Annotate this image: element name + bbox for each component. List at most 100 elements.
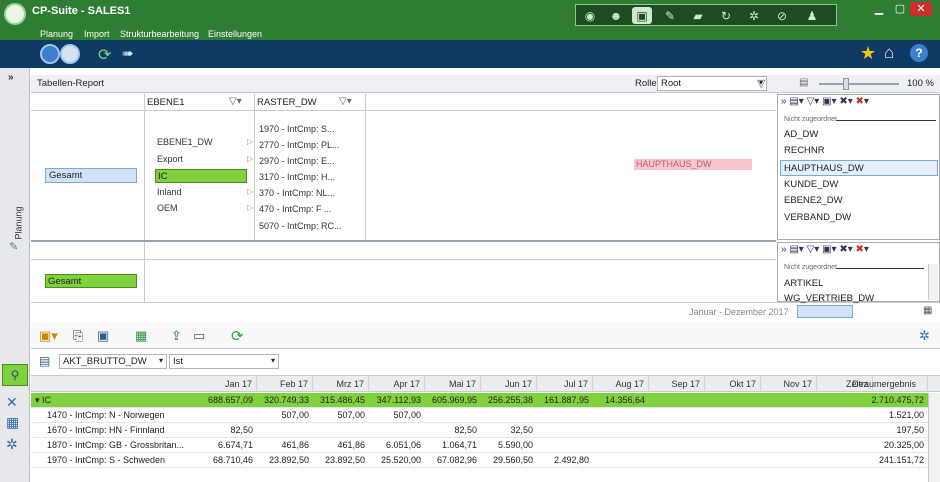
panel-item[interactable]: ARTIKEL [784, 278, 823, 289]
panel-item[interactable]: AD_DW [784, 129, 818, 140]
value-cell[interactable]: 605.969,95 [425, 393, 481, 408]
value-cell[interactable] [257, 423, 313, 438]
value-cell[interactable]: 82,50 [201, 423, 257, 438]
hierarchy-icon[interactable]: ▤ [39, 354, 50, 368]
zoom-slider-thumb[interactable] [843, 78, 849, 90]
expand-arrow-icon[interactable]: ▷ [247, 154, 253, 163]
value-cell[interactable]: 14.356,64 [593, 393, 649, 408]
col-header-raster[interactable]: RASTER_DW [257, 97, 317, 108]
value-cell[interactable] [593, 438, 649, 453]
value-cell[interactable] [537, 408, 593, 423]
expand-arrow-icon[interactable]: ▷ [247, 187, 253, 196]
nav-structure-icon[interactable]: ▦ [6, 414, 19, 431]
save-icon[interactable]: ▣ [97, 328, 109, 344]
lower-root-node[interactable]: Gesamt [45, 274, 137, 288]
settings-icon[interactable]: ✲ [919, 328, 930, 344]
value-cell[interactable] [705, 408, 761, 423]
value-cell[interactable]: 23.892,50 [257, 453, 313, 468]
settings-icon[interactable]: ✲ [744, 7, 764, 24]
layout-icon[interactable]: ▤ [799, 77, 808, 88]
panel-item[interactable]: EBENE2_DW [784, 195, 843, 206]
filter-icon[interactable]: ▽ [757, 77, 765, 90]
copy-icon[interactable]: ⎘ [73, 328, 83, 344]
value-cell[interactable] [593, 423, 649, 438]
month-header[interactable]: Jun 17 [481, 376, 537, 392]
month-header[interactable]: Feb 17 [257, 376, 313, 392]
users-icon[interactable]: ♟ [802, 7, 822, 24]
value-cell[interactable]: 2.492,80 [537, 453, 593, 468]
panel-item[interactable]: WG_VERTRIEB_DW [784, 293, 874, 304]
refresh-icon[interactable]: ↻ [716, 7, 736, 24]
value-cell[interactable]: 32,50 [481, 423, 537, 438]
close-icon[interactable]: ✕ [910, 2, 932, 16]
value-cell[interactable]: 161.887,95 [537, 393, 593, 408]
value-cell[interactable]: 1.064,71 [425, 438, 481, 453]
value-cell[interactable] [761, 423, 817, 438]
refresh-icon[interactable]: ⟳ [231, 327, 244, 345]
planung-nav-icon[interactable]: ✎ [9, 240, 18, 253]
menu-import[interactable]: Import [84, 28, 110, 40]
new-icon[interactable]: ▣▾ [39, 328, 58, 344]
print-icon[interactable]: ▭ [193, 328, 205, 344]
value-cell[interactable]: 461,86 [313, 438, 369, 453]
value-cell[interactable] [705, 423, 761, 438]
month-header[interactable]: Okt 17 [705, 376, 761, 392]
nav-settings-icon[interactable]: ✲ [6, 436, 18, 453]
value-cell[interactable] [313, 423, 369, 438]
people-icon[interactable]: ☻ [606, 7, 626, 24]
month-header[interactable]: Mrz 17 [313, 376, 369, 392]
value-cell[interactable] [369, 423, 425, 438]
maximize-icon[interactable]: ▢ [889, 2, 911, 16]
value-cell[interactable]: 23.892,50 [313, 453, 369, 468]
panel-item[interactable]: VERBAND_DW [784, 212, 851, 223]
rolle-select[interactable]: Root ▾ [657, 76, 767, 91]
help-icon[interactable]: ? [910, 44, 928, 62]
app-logo-icon[interactable] [4, 3, 26, 25]
collapse-icon[interactable]: » [8, 72, 14, 83]
value-cell[interactable]: 320.749,33 [257, 393, 313, 408]
raster-node[interactable]: 2770 - IntCmp: PL... [259, 140, 340, 150]
filter-icon[interactable]: ▽▾ [229, 96, 242, 107]
nav-search-icon[interactable]: ⚲ [2, 364, 28, 386]
value-cell[interactable]: 25.520,00 [369, 453, 425, 468]
value-cell[interactable]: 507,00 [313, 408, 369, 423]
expand-arrow-icon[interactable]: ▷ [247, 203, 253, 212]
home-icon[interactable]: ⌂ [884, 43, 894, 63]
month-header[interactable]: Jan 17 [201, 376, 257, 392]
tree-node[interactable]: Export [157, 154, 183, 164]
value-cell[interactable]: 461,86 [257, 438, 313, 453]
value-cell[interactable]: 68.710,46 [201, 453, 257, 468]
value-cell[interactable]: 29.560,50 [481, 453, 537, 468]
planning-icon[interactable]: ▣ [632, 7, 652, 24]
export-icon[interactable]: ⇪ [171, 328, 182, 344]
timeline-selector[interactable] [797, 305, 853, 318]
expand-arrow-icon[interactable]: ▷ [247, 137, 253, 146]
value-cell[interactable] [537, 423, 593, 438]
value-cell[interactable]: 688.657,09 [201, 393, 257, 408]
back-icon[interactable] [40, 44, 60, 64]
filter-icon[interactable]: ▽▾ [339, 96, 352, 107]
value-cell[interactable]: 507,00 [257, 408, 313, 423]
tools-icon[interactable]: ⊘ [772, 7, 792, 24]
value-cell[interactable]: 256.255,38 [481, 393, 537, 408]
raster-node[interactable]: 2970 - IntCmp: E... [259, 156, 335, 166]
value-cell[interactable] [593, 408, 649, 423]
excel-icon[interactable]: ▦ [135, 328, 147, 344]
tree-node[interactable]: OEM [157, 203, 178, 213]
menu-einstellungen[interactable]: Einstellungen [208, 28, 262, 40]
raster-node[interactable]: 3170 - IntCmp: H... [259, 172, 335, 182]
panel-item-selected[interactable]: HAUPTHAUS_DW [780, 160, 938, 176]
month-header[interactable]: Jul 17 [537, 376, 593, 392]
raster-node[interactable]: 1970 - IntCmp: S... [259, 124, 335, 134]
value-cell[interactable] [537, 438, 593, 453]
remove-icon[interactable]: ✖ [856, 96, 864, 107]
raster-node[interactable]: 370 - IntCmp: NL... [259, 188, 335, 198]
value-cell[interactable]: 6.051,06 [369, 438, 425, 453]
month-header[interactable]: Sep 17 [649, 376, 705, 392]
raster-node[interactable]: 5070 - IntCmp: RC... [259, 221, 342, 231]
value-cell[interactable] [481, 408, 537, 423]
pencil-icon[interactable]: ✎ [660, 7, 680, 24]
month-header[interactable]: Mai 17 [425, 376, 481, 392]
value-cell[interactable]: 507,00 [369, 408, 425, 423]
value-cell[interactable] [761, 438, 817, 453]
